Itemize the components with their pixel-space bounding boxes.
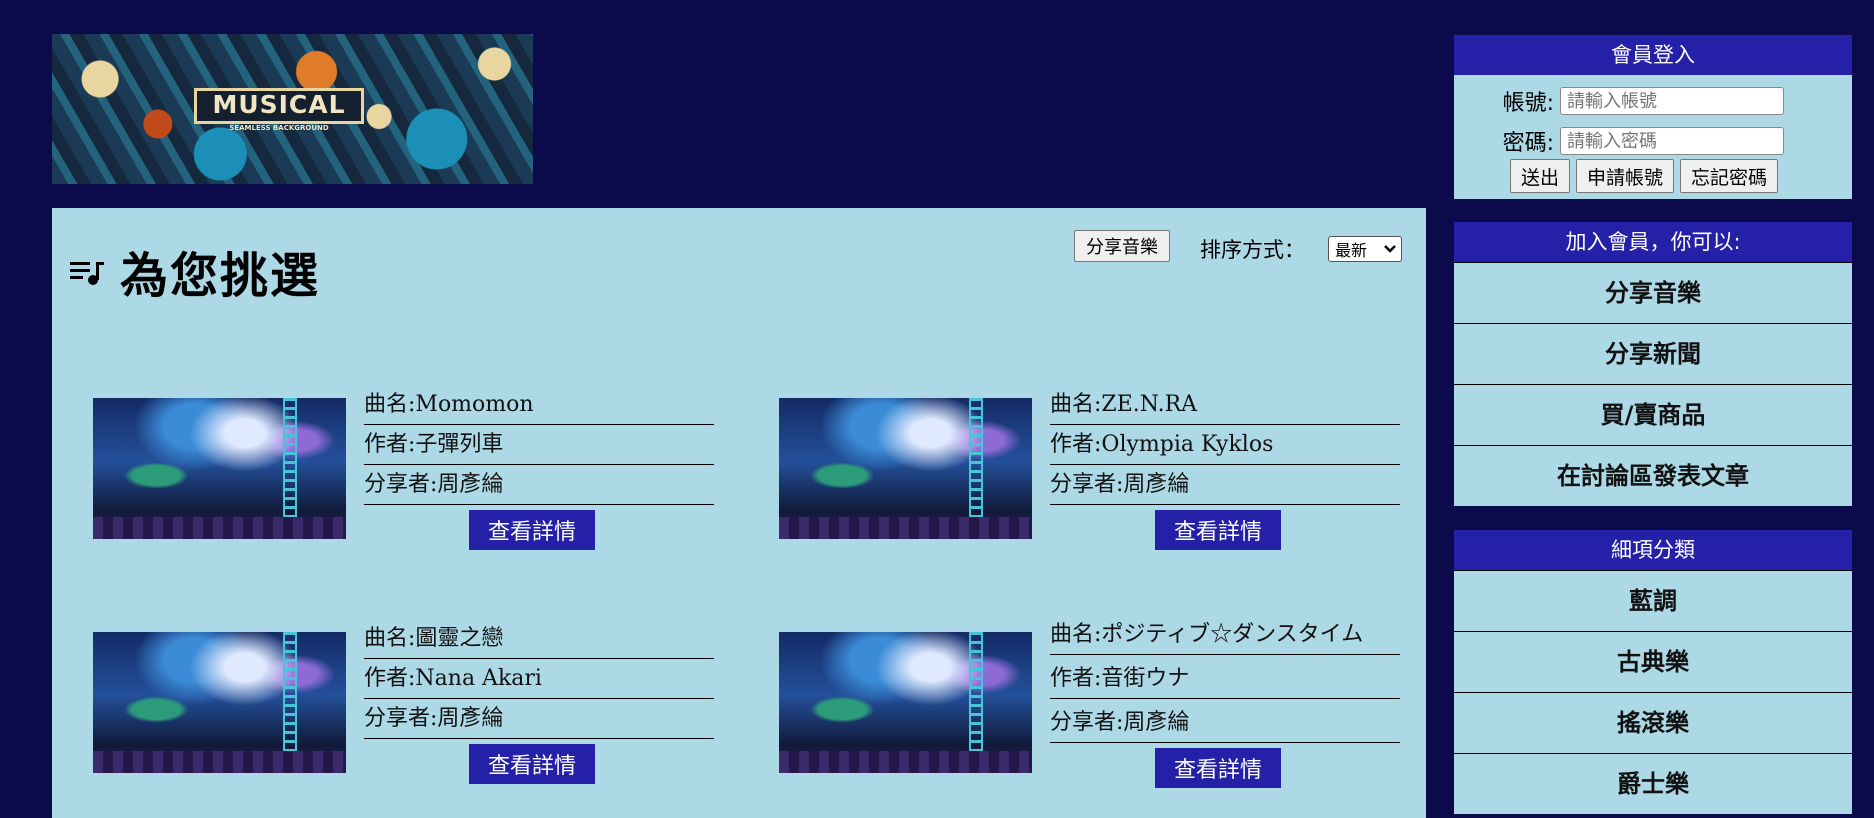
song-thumbnail[interactable]	[93, 632, 346, 773]
song-card: 曲名:Momomon 作者:子彈列車 分享者:周彥綸 查看詳情	[93, 392, 749, 562]
register-button[interactable]: 申請帳號	[1576, 159, 1675, 193]
song-card: 曲名:ZE.N.RA 作者:Olympia Kyklos 分享者:周彥綸 查看詳…	[779, 392, 1435, 562]
song-sharer: 分享者:周彥綸	[1050, 466, 1400, 505]
account-label: 帳號:	[1502, 91, 1554, 116]
password-row: 密碼:	[1454, 125, 1784, 157]
page-heading: 為您挑選	[120, 248, 321, 304]
benefit-buy-sell[interactable]: 買/賣商品	[1454, 384, 1852, 445]
login-box: 會員登入 帳號: 密碼: 送出 申請帳號 忘記密碼	[1454, 35, 1852, 199]
category-rock[interactable]: 搖滾樂	[1454, 692, 1852, 753]
member-benefits-box: 加入會員，你可以: 分享音樂 分享新聞 買/賣商品 在討論區發表文章	[1454, 222, 1852, 506]
banner-subtitle: SEAMLESS BACKGROUND	[229, 124, 329, 132]
submit-button[interactable]: 送出	[1510, 159, 1571, 193]
chevron-down-icon	[1384, 245, 1396, 253]
song-card: 曲名:圖靈之戀 作者:Nana Akari 分享者:周彥綸 查看詳情	[93, 626, 749, 796]
category-classical[interactable]: 古典樂	[1454, 631, 1852, 692]
category-jazz[interactable]: 爵士樂	[1454, 753, 1852, 814]
banner-title: MUSICAL	[194, 88, 364, 124]
category-blues[interactable]: 藍調	[1454, 570, 1852, 631]
song-sharer: 分享者:周彥綸	[1050, 704, 1400, 743]
song-title: 曲名:ポジティブ☆ダンスタイム	[1050, 616, 1400, 655]
song-author: 作者:音街ウナ	[1050, 660, 1400, 699]
sort-select[interactable]: 最新	[1328, 236, 1402, 262]
share-music-button[interactable]: 分享音樂	[1074, 230, 1170, 262]
song-title: 曲名:Momomon	[364, 386, 714, 425]
song-title: 曲名:ZE.N.RA	[1050, 386, 1400, 425]
song-sharer: 分享者:周彥綸	[364, 700, 714, 739]
site-banner: MUSICAL SEAMLESS BACKGROUND	[52, 34, 533, 184]
account-input[interactable]	[1560, 87, 1784, 115]
song-author: 作者:Olympia Kyklos	[1050, 426, 1400, 465]
view-details-button[interactable]: 查看詳情	[1155, 748, 1281, 788]
password-input[interactable]	[1560, 127, 1784, 155]
benefit-forum-post[interactable]: 在討論區發表文章	[1454, 445, 1852, 506]
page-title: 為您挑選	[70, 236, 320, 306]
sort-label: 排序方式：	[1200, 238, 1305, 262]
song-thumbnail[interactable]	[93, 398, 346, 539]
benefits-heading: 加入會員，你可以:	[1454, 222, 1852, 262]
login-heading: 會員登入	[1454, 35, 1852, 75]
categories-heading: 細項分類	[1454, 530, 1852, 570]
recommendations-panel: 為您挑選 分享音樂 排序方式： 最新 曲名:Momomon 作者:子彈列車 分享…	[52, 208, 1426, 818]
song-sharer: 分享者:周彥綸	[364, 466, 714, 505]
song-author: 作者:子彈列車	[364, 426, 714, 465]
view-details-button[interactable]: 查看詳情	[1155, 510, 1281, 550]
song-title: 曲名:圖靈之戀	[364, 620, 714, 659]
sort-selected-value: 最新	[1335, 241, 1368, 260]
benefit-share-music[interactable]: 分享音樂	[1454, 262, 1852, 323]
song-card: 曲名:ポジティブ☆ダンスタイム 作者:音街ウナ 分享者:周彥綸 查看詳情	[779, 622, 1435, 796]
login-buttons: 送出 申請帳號 忘記密碼	[1510, 159, 1779, 193]
categories-box: 細項分類 藍調 古典樂 搖滾樂 爵士樂	[1454, 530, 1852, 814]
song-thumbnail[interactable]	[779, 632, 1032, 773]
benefit-share-news[interactable]: 分享新聞	[1454, 323, 1852, 384]
view-details-button[interactable]: 查看詳情	[469, 744, 595, 784]
view-details-button[interactable]: 查看詳情	[469, 510, 595, 550]
song-author: 作者:Nana Akari	[364, 660, 714, 699]
queue-music-icon	[70, 262, 104, 285]
forgot-password-button[interactable]: 忘記密碼	[1680, 159, 1779, 193]
password-label: 密碼:	[1502, 131, 1554, 156]
song-thumbnail[interactable]	[779, 398, 1032, 539]
account-row: 帳號:	[1454, 85, 1784, 117]
